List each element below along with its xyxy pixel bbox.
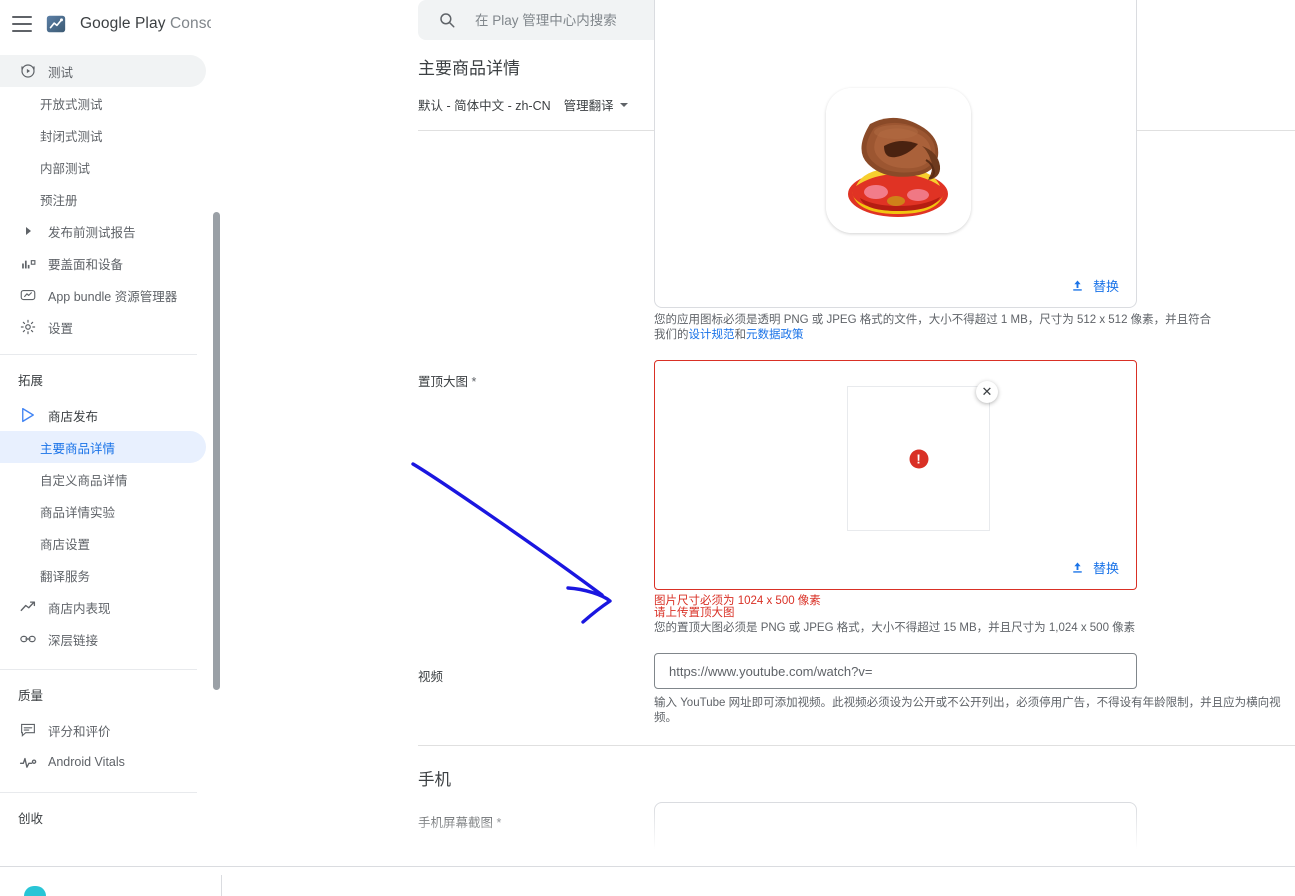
app-icon-helper-mid: 和: [734, 329, 747, 342]
trending-up-icon: [18, 597, 38, 617]
hamburger-icon[interactable]: [12, 16, 32, 32]
manage-translations-button[interactable]: 管理翻译: [564, 95, 628, 114]
phone-screenshot-label-text: 手机屏幕截图: [418, 816, 494, 830]
sidebar: Google Play Console 测试 开放式测试 封闭式测试 内部测试 …: [0, 0, 222, 866]
phone-screenshot-required-mark: *: [496, 816, 502, 830]
play-triangle-icon: [18, 405, 38, 425]
phone-screenshot-upload-card[interactable]: [654, 802, 1137, 866]
brand-title: Google Play Console: [80, 15, 222, 33]
sidebar-item-main-store-listing[interactable]: 主要商品详情: [0, 431, 206, 463]
sidebar-item-label: 开放式测试: [40, 97, 103, 112]
app-window: Google Play Console 测试 开放式测试 封闭式测试 内部测试 …: [0, 0, 1295, 896]
brand-name-primary: Google Play: [80, 15, 166, 32]
feature-graphic-upload-card[interactable]: ! ✕ 替换: [654, 360, 1137, 590]
sidebar-item-closed-testing[interactable]: 封闭式测试: [0, 119, 206, 151]
sidebar-item-label: 要盖面和设备: [48, 257, 124, 272]
sidebar-item-label: 评分和评价: [48, 724, 111, 739]
sidebar-item-settings[interactable]: 设置: [0, 311, 206, 343]
sidebar-item-label: 内部测试: [40, 161, 91, 176]
app-icon-helper-text: 您的应用图标必须是透明 PNG 或 JPEG 格式的文件，大小不得超过 1 MB…: [654, 313, 1294, 343]
video-url-input[interactable]: [654, 653, 1137, 689]
language-row: 默认 - 简体中文 - zh-CN 管理翻译: [418, 95, 628, 114]
sidebar-item-label: 设置: [48, 321, 74, 336]
replace-feature-graphic-button[interactable]: 替换: [1064, 554, 1125, 581]
sidebar-item-label: Android Vitals: [48, 755, 125, 769]
sidebar-item-label: 测试: [48, 65, 74, 80]
app-icon-helper-line1: 您的应用图标必须是透明 PNG 或 JPEG 格式的文件，大小不得超过 1 MB…: [654, 314, 1212, 326]
app-icon-preview: [826, 88, 971, 233]
sidebar-item-prelaunch-report[interactable]: 发布前测试报告: [0, 215, 206, 247]
sidebar-section-monetize: 创收: [18, 812, 44, 826]
sidebar-item-label: 自定义商品详情: [40, 473, 128, 488]
sidebar-item-internal-testing[interactable]: 内部测试: [0, 151, 206, 183]
sidebar-item-label: 预注册: [40, 193, 78, 208]
sidebar-scrollbar-thumb[interactable]: [213, 212, 220, 690]
vitals-icon: [18, 752, 38, 772]
sidebar-item-store-presence[interactable]: 商店发布: [0, 399, 206, 431]
feature-graphic-required-mark: *: [471, 375, 477, 389]
upload-icon: [1073, 562, 1082, 573]
phone-section-heading: 手机: [418, 771, 451, 789]
metadata-policy-link[interactable]: 元数据政策: [746, 329, 804, 341]
sidebar-item-ratings-reviews[interactable]: 评分和评价: [0, 714, 206, 746]
sidebar-item-preregistration[interactable]: 预注册: [0, 183, 206, 215]
sidebar-item-label: 封闭式测试: [40, 129, 103, 144]
replace-app-icon-button[interactable]: 替换: [1064, 272, 1125, 299]
sidebar-item-open-testing[interactable]: 开放式测试: [0, 87, 206, 119]
bar-chart-icon: [18, 253, 38, 273]
video-helper-text: 输入 YouTube 网址即可添加视频。此视频必须设为公开或不公开列出，必须停用…: [654, 697, 1281, 725]
feature-graphic-helper-text: 您的置顶大图必须是 PNG 或 JPEG 格式，大小不得超过 15 MB，并且尺…: [654, 622, 1136, 634]
sidebar-item-label: 深层链接: [48, 633, 99, 648]
sidebar-item-deep-links[interactable]: 深层链接: [0, 623, 206, 655]
sidebar-item-store-settings[interactable]: 商店设置: [0, 527, 206, 559]
sidebar-item-testing[interactable]: 测试: [0, 55, 206, 87]
brand-row: Google Play Console: [0, 0, 222, 48]
feature-graphic-label-text: 置顶大图: [418, 375, 469, 389]
sidebar-item-app-bundle-explorer[interactable]: App bundle 资源管理器: [0, 279, 206, 311]
app-icon-helper-prefix: 我们的: [654, 329, 689, 342]
page-title: 主要商品详情: [418, 59, 520, 78]
video-field-label: 视频: [418, 670, 444, 684]
sidebar-item-label: 发布前测试报告: [48, 225, 136, 240]
sidebar-section-quality: 质量: [18, 689, 44, 703]
sidebar-item-store-performance[interactable]: 商店内表现: [0, 591, 206, 623]
link-icon: [18, 629, 38, 649]
sidebar-item-label: 商店发布: [48, 409, 99, 424]
phone-screenshot-field-label: 手机屏幕截图 *: [418, 812, 501, 831]
chevron-down-icon: [619, 102, 628, 107]
feature-graphic-field-label: 置顶大图 *: [418, 371, 476, 390]
chevron-right-icon: [18, 221, 38, 241]
sidebar-item-translation-service[interactable]: 翻译服务: [0, 559, 206, 591]
remove-feature-graphic-button[interactable]: ✕: [976, 381, 998, 403]
gear-icon: [18, 317, 38, 337]
app-icon-upload-card[interactable]: 替换: [654, 0, 1137, 308]
feature-graphic-preview-placeholder: !: [847, 386, 990, 531]
main-content: 主要商品详情 默认 - 简体中文 - zh-CN 管理翻译: [222, 0, 1295, 866]
sidebar-item-custom-store-listing[interactable]: 自定义商品详情: [0, 463, 206, 495]
sidebar-item-store-listing-experiments[interactable]: 商品详情实验: [0, 495, 206, 527]
section-divider: [418, 745, 1295, 746]
review-icon: [18, 720, 38, 740]
feature-graphic-error-2: 请上传置顶大图: [654, 607, 735, 619]
language-label: 默认 - 简体中文 - zh-CN: [418, 99, 551, 113]
error-exclamation-icon: !: [909, 449, 928, 468]
search-icon: [440, 13, 455, 28]
sidebar-item-label: 商品详情实验: [40, 505, 116, 520]
replace-app-icon-label: 替换: [1092, 279, 1119, 294]
google-play-console-logo: [46, 15, 66, 33]
replace-feature-graphic-label: 替换: [1092, 561, 1119, 576]
sidebar-section-growth: 拓展: [18, 374, 44, 388]
sidebar-item-android-vitals[interactable]: Android Vitals: [0, 746, 206, 778]
sidebar-item-label: App bundle 资源管理器: [48, 289, 178, 304]
sidebar-item-label: 商店内表现: [48, 601, 111, 616]
sidebar-item-label: 翻译服务: [40, 569, 91, 584]
sidebar-item-reach-devices[interactable]: 要盖面和设备: [0, 247, 206, 279]
sidebar-item-label: 商店设置: [40, 537, 91, 552]
play-circle-icon: [18, 61, 38, 81]
archive-icon: [18, 285, 38, 305]
manage-translations-label: 管理翻译: [563, 99, 614, 113]
sidebar-item-label: 主要商品详情: [40, 441, 116, 456]
design-spec-link[interactable]: 设计规范: [689, 329, 735, 341]
upload-icon: [1073, 280, 1082, 291]
